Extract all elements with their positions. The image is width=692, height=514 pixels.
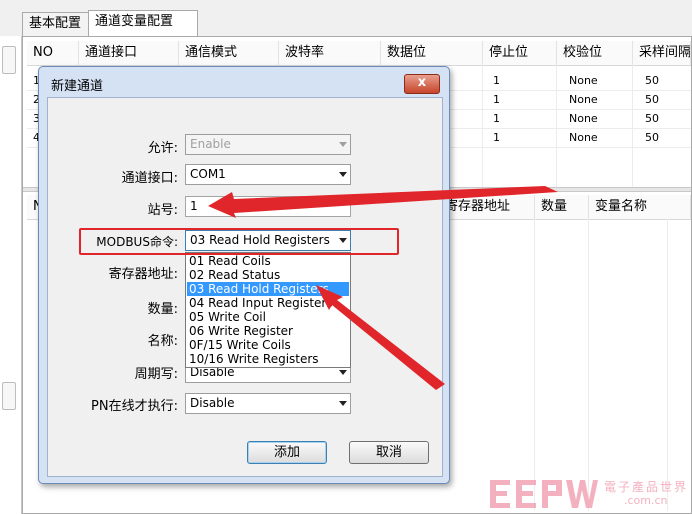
- annotation-highlight-box: [79, 228, 399, 255]
- column-header[interactable]: 波特率: [279, 41, 381, 65]
- register-address-label: 寄存器地址:: [108, 267, 178, 282]
- dialog-title-bar[interactable]: 新建通道 x: [39, 67, 449, 97]
- cell-parity: None: [569, 131, 598, 144]
- modbus-command-dropdown: 01 Read Coils 02 Read Status 03 Read Hol…: [185, 252, 351, 368]
- column-header[interactable]: 通道接口: [79, 41, 179, 65]
- close-button[interactable]: x: [404, 74, 440, 94]
- dropdown-option[interactable]: 10/16 Write Registers: [187, 352, 349, 366]
- chevron-down-icon[interactable]: [339, 172, 347, 177]
- station-value: 1: [190, 199, 198, 213]
- pn-online-select[interactable]: Disable: [185, 393, 351, 414]
- pn-online-label: PN在线才执行:: [91, 399, 178, 414]
- add-button[interactable]: 添加: [247, 441, 327, 464]
- column-header[interactable]: 停止位: [483, 41, 557, 65]
- column-header[interactable]: NO: [27, 41, 79, 65]
- interface-value: COM1: [190, 167, 226, 181]
- cell-parity: None: [569, 93, 598, 106]
- cell-interval: 50: [645, 93, 659, 106]
- cell-interval: 50: [645, 112, 659, 125]
- tab-channel-variable-config[interactable]: 通道变量配置: [88, 10, 198, 38]
- watermark-domain: .com.cn: [624, 494, 668, 507]
- column-header[interactable]: 通信模式: [179, 41, 279, 65]
- allow-label: 允许:: [147, 141, 178, 156]
- station-label: 站号:: [147, 203, 178, 218]
- interface-label: 通道接口:: [121, 171, 178, 186]
- left-panel-button[interactable]: [2, 46, 16, 74]
- dropdown-option[interactable]: 06 Write Register: [187, 324, 349, 338]
- watermark-tagline: 電子產品世界: [604, 480, 689, 494]
- left-panel-button[interactable]: [2, 382, 16, 410]
- cell-interval: 50: [645, 131, 659, 144]
- cell-interval: 50: [645, 74, 659, 87]
- pn-online-value: Disable: [190, 396, 235, 410]
- dropdown-option[interactable]: 04 Read Input Registers: [187, 296, 349, 310]
- cancel-button[interactable]: 取消: [349, 441, 429, 464]
- periodic-write-label: 周期写:: [134, 367, 178, 382]
- cell-parity: None: [569, 112, 598, 125]
- name-label: 名称:: [147, 334, 178, 349]
- chevron-down-icon[interactable]: [339, 401, 347, 406]
- chevron-down-icon[interactable]: [339, 370, 347, 375]
- grid-line: [667, 219, 668, 511]
- allow-select: Enable: [185, 134, 351, 155]
- column-header[interactable]: 采样间隔: [633, 41, 691, 65]
- dropdown-option[interactable]: 05 Write Coil: [187, 310, 349, 324]
- column-header[interactable]: 校验位: [557, 41, 633, 65]
- cell-stop-bits: 1: [493, 131, 500, 144]
- grid-line: [534, 219, 535, 511]
- left-side-panel: [0, 36, 22, 514]
- chevron-down-icon: [339, 142, 347, 147]
- grid-line: [588, 219, 589, 511]
- eepw-logo-icon: [490, 480, 598, 508]
- dropdown-option[interactable]: 01 Read Coils: [187, 254, 349, 268]
- dropdown-option-selected[interactable]: 03 Read Hold Registers: [187, 282, 349, 296]
- cell-parity: None: [569, 74, 598, 87]
- count-label: 数量:: [147, 302, 178, 317]
- eepw-watermark-logo: 電子產品世界 .com.cn: [488, 474, 692, 514]
- column-header[interactable]: 数量: [535, 195, 589, 219]
- dropdown-option[interactable]: 02 Read Status: [187, 268, 349, 282]
- interface-select[interactable]: COM1: [185, 164, 351, 185]
- cell-stop-bits: 1: [493, 93, 500, 106]
- cell-stop-bits: 1: [493, 112, 500, 125]
- column-header[interactable]: 寄存器地址: [439, 195, 535, 219]
- dialog-title: 新建通道: [51, 79, 104, 94]
- column-header[interactable]: 变量名称: [589, 195, 691, 219]
- column-header[interactable]: 数据位: [381, 41, 483, 65]
- allow-value: Enable: [190, 137, 231, 151]
- channel-table-header: NO 通道接口 通信模式 波特率 数据位 停止位 校验位 采样间隔: [27, 41, 691, 66]
- dropdown-option[interactable]: 0F/15 Write Coils: [187, 338, 349, 352]
- close-icon: x: [417, 75, 427, 90]
- station-input[interactable]: 1: [185, 196, 351, 217]
- cell-stop-bits: 1: [493, 74, 500, 87]
